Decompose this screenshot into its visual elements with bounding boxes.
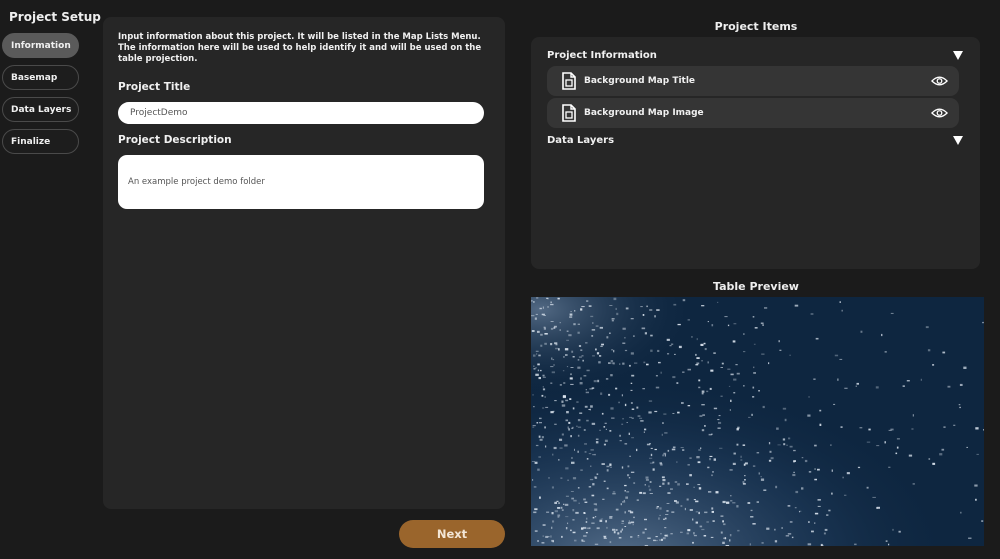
next-button[interactable]: Next: [399, 520, 505, 548]
collapse-triangle-icon[interactable]: [953, 135, 963, 145]
information-form-panel: Input information about this project. It…: [103, 17, 505, 509]
table-preview-heading: Table Preview: [713, 280, 799, 293]
project-items-panel: Project Information Background Map Title…: [531, 37, 980, 269]
project-title-label: Project Title: [118, 81, 191, 93]
preview-texture: [531, 297, 984, 546]
project-items-heading: Project Items: [714, 20, 798, 33]
eye-icon[interactable]: [931, 75, 948, 87]
nav-label: Data Layers: [11, 104, 72, 115]
eye-icon[interactable]: [931, 107, 948, 119]
file-icon: [562, 72, 576, 90]
project-title-value: ProjectDemo: [130, 108, 188, 118]
item-label: Background Map Title: [584, 76, 696, 86]
section-project-information[interactable]: Project Information: [547, 47, 963, 63]
nav-data-layers-button[interactable]: Data Layers: [2, 97, 79, 122]
project-title-input[interactable]: ProjectDemo: [118, 102, 484, 124]
nav-finalize-button[interactable]: Finalize: [2, 129, 79, 154]
project-item-row[interactable]: Background Map Image: [547, 98, 959, 128]
nav-information-button[interactable]: Information: [2, 33, 79, 58]
project-item-row[interactable]: Background Map Title: [547, 66, 959, 96]
section-data-layers[interactable]: Data Layers: [547, 132, 963, 148]
nav-basemap-button[interactable]: Basemap: [2, 65, 79, 90]
nav-label: Basemap: [11, 72, 58, 83]
project-description-value: An example project demo folder: [128, 177, 265, 187]
file-icon: [562, 104, 576, 122]
nav-label: Information: [11, 40, 71, 51]
section-label: Data Layers: [547, 134, 615, 146]
nav-label: Finalize: [11, 136, 51, 147]
section-label: Project Information: [547, 49, 657, 61]
project-description-input[interactable]: An example project demo folder: [118, 155, 484, 209]
table-preview-image: [531, 297, 984, 546]
project-description-label: Project Description: [118, 134, 232, 146]
intro-text: Input information about this project. It…: [118, 32, 482, 64]
collapse-triangle-icon[interactable]: [953, 50, 963, 60]
sidebar-title: Project Setup: [9, 10, 101, 24]
item-label: Background Map Image: [584, 108, 704, 118]
